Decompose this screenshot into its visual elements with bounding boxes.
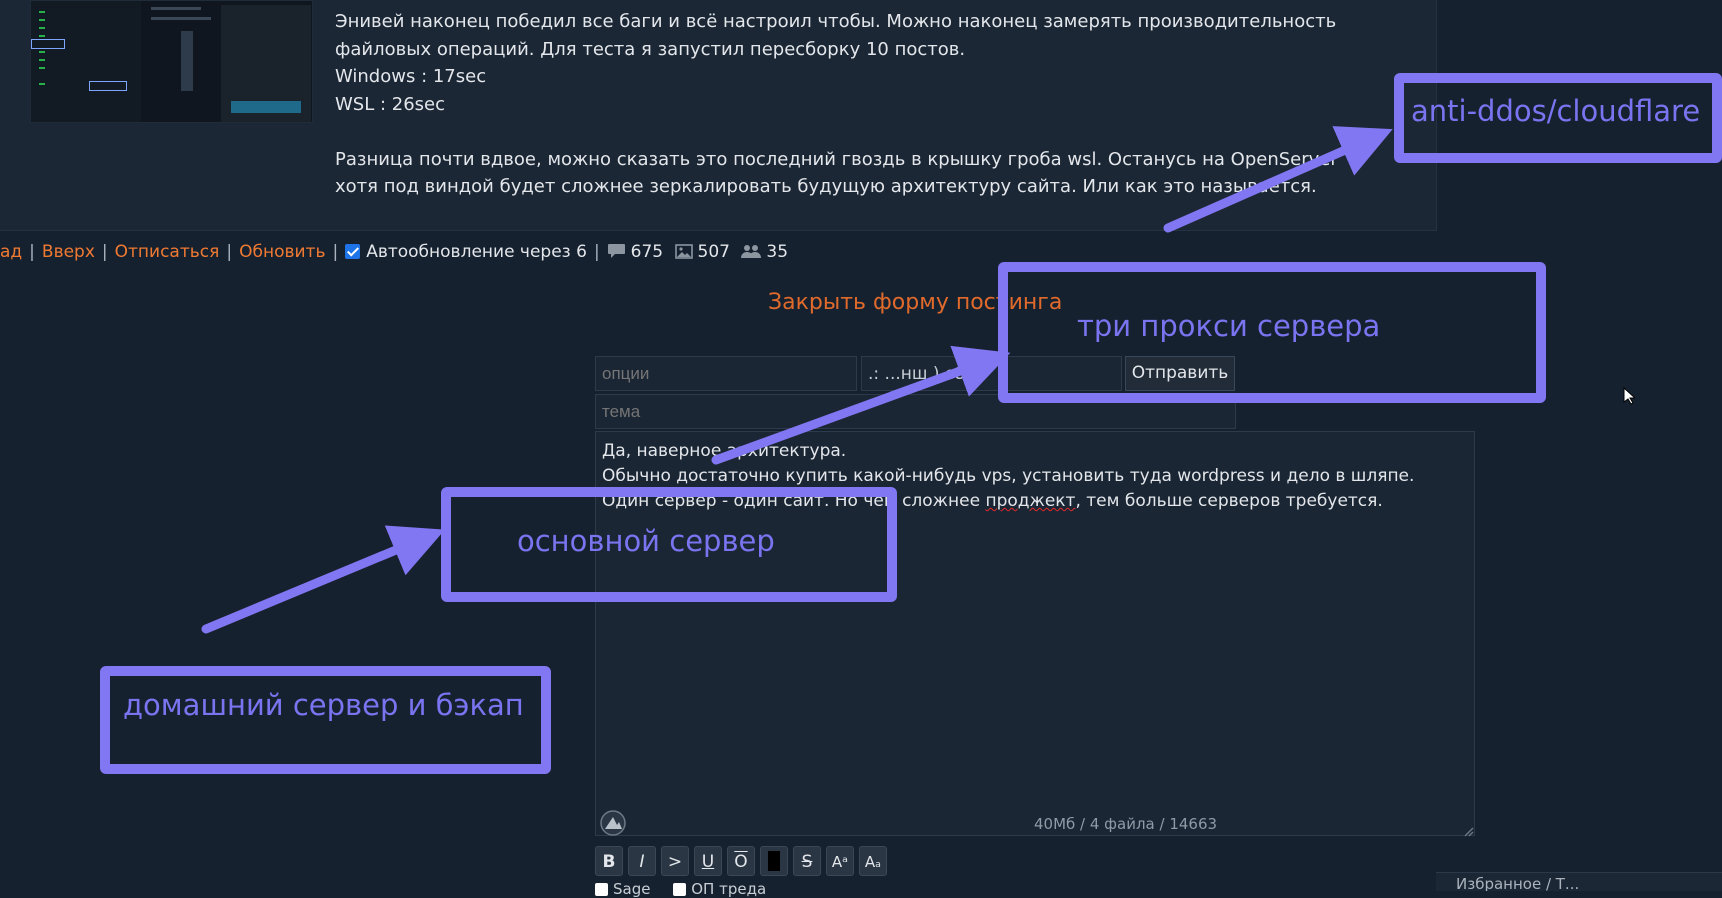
comments-icon xyxy=(607,242,626,266)
spoiler-icon xyxy=(768,851,780,871)
nav-refresh-link[interactable]: Обновить xyxy=(239,242,325,262)
upload-icon[interactable] xyxy=(600,810,626,836)
underline-button[interactable]: U xyxy=(694,846,722,876)
arrow-to-main-server xyxy=(201,525,445,634)
sage-label: Sage xyxy=(613,880,651,898)
form-options-row: Sage ОП треда xyxy=(595,880,766,898)
post-line: хотя под виндой будет сложнее зеркалиров… xyxy=(335,176,1317,197)
strike-button[interactable]: S xyxy=(793,846,821,876)
mouse-cursor-icon xyxy=(1623,386,1637,409)
images-count: 507 xyxy=(697,242,730,262)
autorefresh-checkbox[interactable] xyxy=(345,244,361,259)
images-icon xyxy=(674,242,693,266)
post-line: WSL : 26sec xyxy=(335,93,446,115)
comment-line: Обычно достаточно купить какой-нибудь vp… xyxy=(602,466,1415,486)
post-line: Разница почти вдвое, можно сказать это п… xyxy=(335,148,1338,170)
post-body: Энивей наконец победил все баги и всё на… xyxy=(335,8,1415,201)
overline-button[interactable]: O xyxy=(727,846,755,876)
nav-back-link[interactable]: ад xyxy=(0,242,22,262)
misspelled-word: проджект xyxy=(985,491,1076,511)
main-server-annotation-label: основной сервер xyxy=(517,524,775,558)
bold-button[interactable]: B xyxy=(595,846,623,876)
op-checkbox[interactable] xyxy=(673,883,687,896)
posts-count: 675 xyxy=(630,242,664,262)
post-line: файловых операций. Для теста я запустил … xyxy=(335,38,966,60)
post-thumbnail[interactable] xyxy=(30,0,313,123)
cloudflare-annotation-label: anti-ddos/cloudflare xyxy=(1411,94,1701,128)
quote-button[interactable]: > xyxy=(661,846,689,876)
autorefresh-label: Автообновление через 6 xyxy=(366,242,587,262)
italic-button[interactable]: I xyxy=(628,846,656,876)
spoiler-button[interactable] xyxy=(760,846,788,876)
thread-nav: ад | Вверх | Отписаться | Обновить | Автообновле… xyxy=(0,240,788,264)
nav-up-link[interactable]: Вверх xyxy=(42,242,95,262)
post-line xyxy=(335,118,1415,146)
comment-line: Да, наверное архитектура. xyxy=(602,441,847,461)
upload-limits: 40Мб / 4 файла / 14663 xyxy=(1034,815,1218,833)
subscript-button[interactable]: Aₐ xyxy=(859,846,887,876)
superscript-button[interactable]: Aᵃ xyxy=(826,846,854,876)
post-container: Энивей наконец победил все баги и всё на… xyxy=(0,0,1437,231)
home-server-annotation-label: домашний сервер и бэкап xyxy=(123,688,524,722)
post-line: Windows : 17sec xyxy=(335,66,487,87)
comment-text: , тем больше серверов требуется. xyxy=(1075,491,1383,511)
resize-handle-icon[interactable] xyxy=(1462,822,1474,837)
post-line: Энивей наконец победил все баги и всё на… xyxy=(335,11,1337,32)
nav-unsubscribe-link[interactable]: Отписаться xyxy=(115,242,220,262)
posters-count: 35 xyxy=(766,242,789,262)
options-input[interactable] xyxy=(595,356,857,391)
proxy-annotation-label: три прокси сервера xyxy=(1077,309,1381,343)
op-label: ОП треда xyxy=(691,880,767,898)
sage-checkbox[interactable] xyxy=(595,883,608,896)
favorites-panel[interactable]: Избранное / Т... xyxy=(1436,872,1722,891)
users-icon xyxy=(741,242,762,266)
